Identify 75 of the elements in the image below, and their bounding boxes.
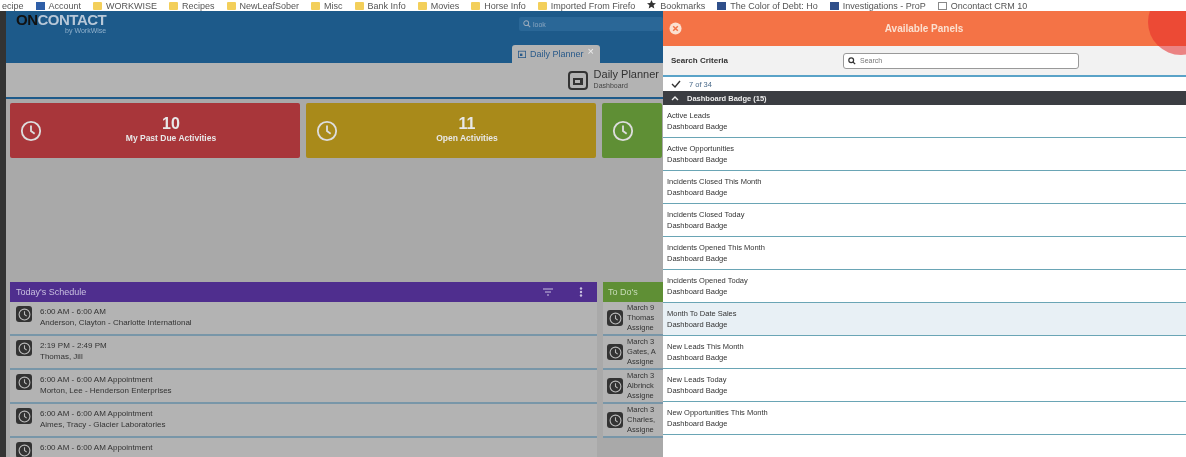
- bookmark-link[interactable]: Misc: [324, 1, 343, 11]
- badge-count: 10: [161, 116, 181, 131]
- star-icon: [647, 0, 657, 11]
- badge-label: My Past Due Activities: [124, 131, 218, 145]
- search-icon: [848, 56, 856, 65]
- clock-icon: [607, 412, 624, 428]
- folder-icon: [169, 2, 179, 10]
- schedule-item[interactable]: 6:00 AM - 6:00 AM Appointment Aimes, Tracy - Glacier Laboratories: [10, 404, 598, 438]
- item-time: 6:00 AM - 6:00 AM Appointment: [40, 408, 154, 419]
- schedule-item[interactable]: 6:00 AM - 6:00 AM Appointment Morton, Lee - Henderson Enterprises: [10, 370, 598, 404]
- search-icon: [523, 20, 531, 28]
- bookmark-link[interactable]: WORKWISE: [106, 1, 158, 11]
- clock-icon: [16, 374, 32, 390]
- item-time: 6:00 AM - 6:00 AM Appointment: [40, 374, 154, 385]
- calendar-icon: [567, 70, 588, 90]
- bookmark-link[interactable]: Account: [48, 1, 82, 11]
- folder-icon: [471, 2, 481, 10]
- clock-icon: [607, 344, 624, 360]
- folder-icon: [93, 2, 103, 10]
- folder-icon: [354, 2, 364, 10]
- clock-icon: [16, 306, 32, 322]
- bookmark-link[interactable]: Bank Info: [367, 1, 406, 11]
- dashboard-badge[interactable]: [602, 103, 662, 158]
- close-icon[interactable]: [669, 22, 682, 35]
- clock-icon: [20, 119, 42, 142]
- item-detail: Thomas, Jill: [40, 351, 84, 362]
- tab[interactable]: Daily Planner ×: [512, 45, 600, 63]
- bookmark-link[interactable]: Oncontact CRM 10: [950, 1, 1028, 11]
- clock-icon: [16, 442, 32, 457]
- bookmark-link[interactable]: Movies: [430, 1, 460, 11]
- bookmark-link[interactable]: ecipe: [2, 1, 24, 11]
- bookmark-link[interactable]: Horse Info: [484, 1, 526, 11]
- clock-icon: [16, 340, 32, 356]
- clock-icon: [316, 119, 338, 142]
- bookmark-link[interactable]: Imported From Firefo: [550, 1, 636, 11]
- item-time: 6:00 AM - 6:00 AM Appointment: [40, 442, 153, 453]
- item-detail: Aimes, Tracy - Glacier Laboratories: [40, 419, 166, 430]
- clock-icon: [607, 378, 624, 394]
- clock-icon: [607, 310, 624, 326]
- schedule-item[interactable]: 6:00 AM - 6:00 AM Anderson, Clayton - Charlotte International: [10, 302, 598, 336]
- folder-icon: [311, 2, 321, 10]
- panel-header: To Do's: [603, 282, 663, 302]
- calendar-icon: [518, 50, 527, 58]
- chevron-up-icon: [671, 95, 679, 101]
- folder-icon: [226, 2, 236, 10]
- clock-icon: [612, 119, 634, 142]
- clock-icon: [16, 408, 32, 424]
- bookmark-link[interactable]: Investigations - ProP: [842, 1, 926, 11]
- badge-label: Open Activities: [435, 131, 499, 145]
- dashboard-badge[interactable]: 10 My Past Due Activities: [10, 103, 300, 158]
- logo: ONCONTACT: [16, 13, 107, 27]
- folder-icon: [537, 2, 547, 10]
- page-icon: [829, 2, 839, 10]
- bookmark-link[interactable]: The Color of Debt: Ho: [730, 1, 818, 11]
- app-icon: [35, 2, 45, 10]
- bookmark-link[interactable]: Recipes: [182, 1, 215, 11]
- folder-icon: [417, 2, 427, 10]
- filter-icon[interactable]: [543, 288, 554, 296]
- bookmark-link[interactable]: Bookmarks: [660, 0, 706, 11]
- item-detail: Morton, Lee - Henderson Enterprises: [40, 385, 172, 396]
- field-label: Search Criteria: [671, 56, 729, 65]
- page-title: Daily Planner: [593, 69, 659, 80]
- check-icon: [671, 80, 681, 88]
- item-detail: Anderson, Clayton - Charlotte International: [40, 317, 192, 328]
- bookmark-link[interactable]: NewLeafSober: [239, 1, 300, 11]
- panel-title: Available Panels: [883, 23, 965, 34]
- panel-title: Today's Schedule: [16, 287, 88, 297]
- page-icon: [717, 2, 727, 10]
- schedule-item[interactable]: 2:19 PM - 2:49 PM Thomas, Jill: [10, 336, 598, 370]
- item-time: 6:00 AM - 6:00 AM: [40, 306, 107, 317]
- badge-count: 11: [457, 116, 477, 131]
- page-icon: [937, 2, 947, 10]
- more-icon[interactable]: [579, 287, 584, 297]
- schedule-item[interactable]: 6:00 AM - 6:00 AM Appointment: [10, 438, 598, 457]
- item-time: 2:19 PM - 2:49 PM: [40, 340, 107, 351]
